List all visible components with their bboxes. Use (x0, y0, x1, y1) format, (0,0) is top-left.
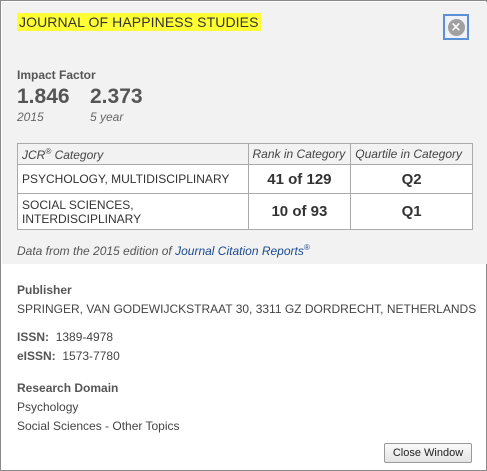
close-window-button[interactable]: Close Window (384, 443, 472, 463)
quartile-cell: Q2 (350, 164, 473, 194)
research-domain-item: Social Sciences - Other Topics (17, 419, 180, 433)
column-header-rank: Rank in Category (247, 143, 352, 165)
data-source-note: Data from the 2015 edition of Journal Ci… (17, 243, 310, 258)
table-header-row: JCR® Category Rank in Category Quartile … (17, 143, 473, 165)
table-row: SOCIAL SCIENCES, INTERDISCIPLINARY 10 of … (17, 193, 473, 230)
issn-label: ISSN: (17, 330, 50, 344)
jcr-link[interactable]: Journal Citation Reports® (175, 243, 310, 258)
quartile-cell: Q1 (350, 193, 473, 230)
publisher-value: SPRINGER, VAN GODEWIJCKSTRAAT 30, 3311 G… (17, 302, 477, 316)
rank-cell: 41 of 129 (247, 164, 352, 194)
eissn-value: 1573-7780 (62, 349, 120, 363)
table-row: PSYCHOLOGY, MULTIDISCIPLINARY 41 of 129 … (17, 164, 473, 194)
research-domain-label: Research Domain (17, 381, 119, 395)
research-domain-item: Psychology (17, 400, 79, 414)
impact-factor-year: 2015 (17, 110, 44, 124)
eissn-row: eISSN: 1573-7780 (17, 349, 120, 363)
category-rank-table: JCR® Category Rank in Category Quartile … (17, 143, 473, 230)
category-cell: SOCIAL SCIENCES, INTERDISCIPLINARY (17, 193, 249, 230)
impact-factor-label: Impact Factor (17, 68, 96, 82)
issn-row: ISSN: 1389-4978 (17, 330, 113, 344)
column-header-quartile: Quartile in Category (350, 143, 473, 165)
category-cell: PSYCHOLOGY, MULTIDISCIPLINARY (17, 164, 249, 194)
journal-title: JOURNAL OF HAPPINESS STUDIES (17, 13, 261, 31)
five-year-impact-factor-value: 2.373 (90, 85, 143, 108)
impact-factor-value: 1.846 (17, 85, 70, 108)
column-header-category: JCR® Category (17, 143, 249, 165)
five-year-impact-factor-label: 5 year (90, 110, 124, 124)
journal-info-window: JOURNAL OF HAPPINESS STUDIES × Impact Fa… (0, 0, 487, 471)
publisher-label: Publisher (17, 283, 72, 297)
eissn-label: eISSN: (17, 349, 56, 363)
close-icon-button[interactable]: × (443, 14, 469, 40)
close-icon: × (447, 18, 465, 36)
issn-value: 1389-4978 (55, 330, 114, 344)
rank-cell: 10 of 93 (247, 193, 352, 230)
